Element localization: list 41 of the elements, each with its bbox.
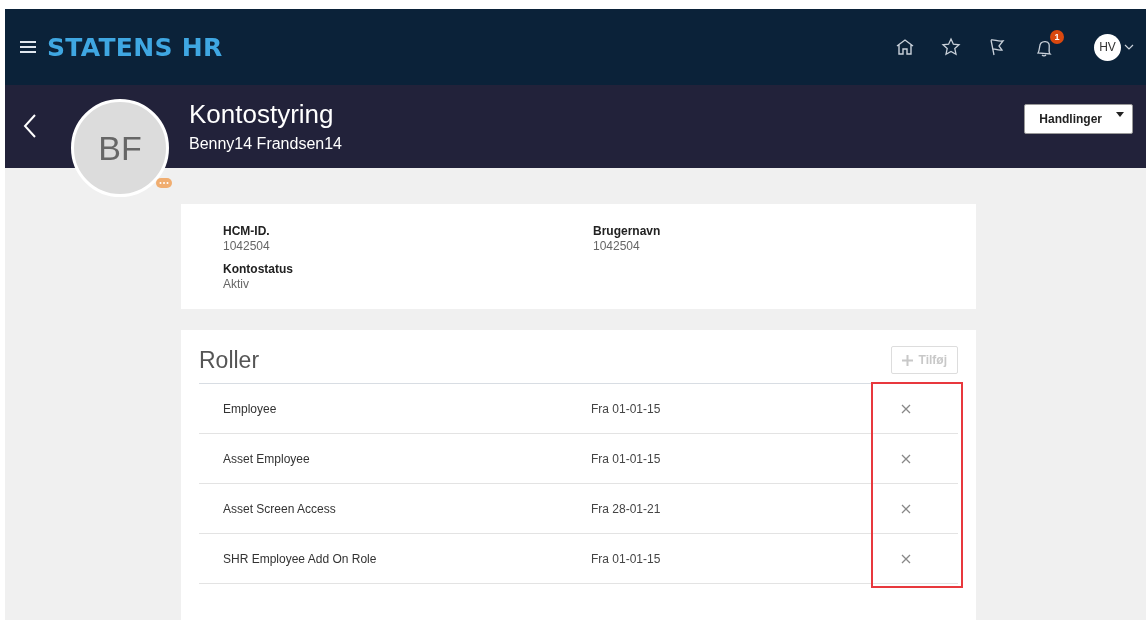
menu-button[interactable] (19, 40, 37, 54)
person-name: Benny14 Frandsen14 (189, 135, 342, 153)
role-start-date: Fra 01-01-15 (591, 451, 662, 466)
role-name: Asset Screen Access (223, 501, 337, 516)
field-label: HCM-ID. (223, 224, 271, 238)
field-value: 1042504 (223, 239, 271, 253)
field-label: Kontostatus (223, 262, 294, 276)
role-name: SHR Employee Add On Role (223, 551, 378, 566)
flag-button[interactable] (987, 37, 1007, 57)
chevron-left-icon (23, 113, 37, 139)
user-menu-button[interactable]: HV (1094, 33, 1134, 61)
flag-icon (987, 37, 1007, 57)
user-avatar: HV (1094, 33, 1121, 61)
chevron-down-icon (1124, 44, 1134, 50)
page-title: Kontostyring (189, 99, 335, 130)
close-icon (901, 453, 911, 464)
plus-icon (901, 354, 913, 366)
notifications-button[interactable]: 1 (1033, 30, 1064, 58)
home-button[interactable] (895, 37, 915, 57)
section-title: Roller (199, 346, 260, 374)
close-icon (901, 403, 911, 414)
actions-dropdown[interactable]: Handlinger (1024, 104, 1133, 134)
star-icon (941, 37, 961, 57)
close-icon (901, 553, 911, 564)
field-value: Aktiv (223, 277, 250, 291)
caret-icon (1116, 112, 1124, 117)
close-icon (901, 503, 911, 514)
menu-icon (19, 40, 37, 54)
role-start-date: Fra 28-01-21 (591, 501, 662, 516)
role-start-date: Fra 01-01-15 (591, 401, 662, 416)
favorites-button[interactable] (941, 37, 961, 57)
role-name: Asset Employee (223, 451, 311, 466)
app-title: STATENS HR (47, 32, 223, 62)
home-icon (895, 37, 915, 57)
back-button[interactable] (23, 113, 37, 139)
field-label: Brugernavn (593, 224, 662, 238)
avatar-initials: BF (98, 128, 142, 168)
field-value: 1042504 (593, 239, 641, 253)
notification-badge: 1 (1050, 30, 1064, 44)
role-name: Employee (223, 401, 278, 416)
role-start-date: Fra 01-01-15 (591, 551, 662, 566)
